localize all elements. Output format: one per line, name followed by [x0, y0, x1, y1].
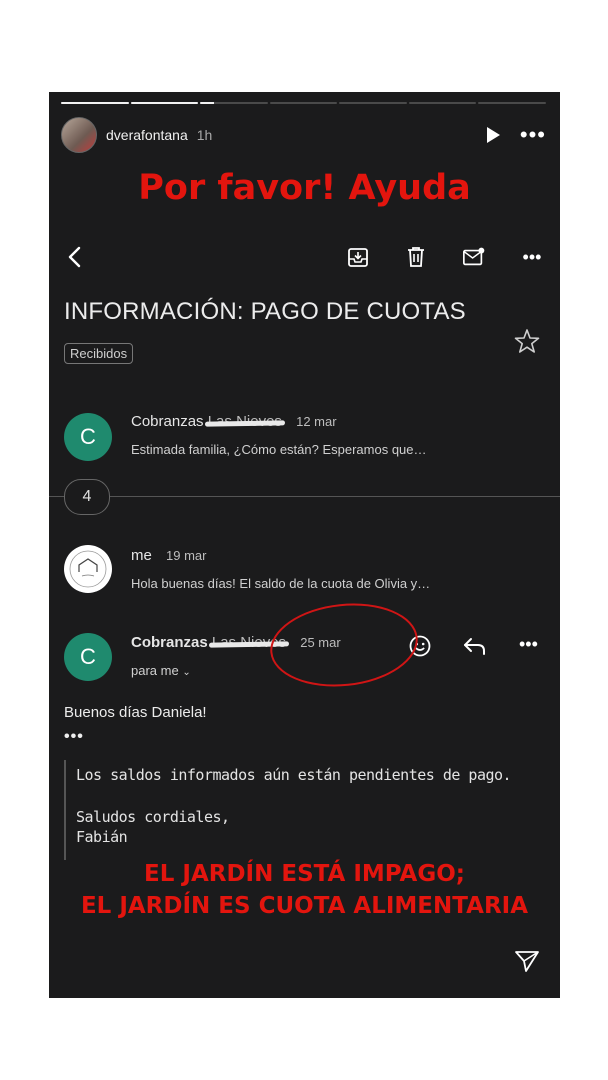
scribbled-sender-text: Las Nieves [207, 413, 282, 430]
post-time: 1h [196, 127, 213, 143]
progress-segment-3 [200, 102, 268, 104]
inbox-label-chip[interactable]: Recibidos [64, 343, 134, 364]
back-arrow-icon[interactable] [63, 245, 87, 269]
quote-line-1: Los saldos informados aún están pendient… [76, 766, 512, 784]
progress-segment-4 [269, 102, 338, 104]
overlay-caption-line-2: EL JARDÍN ES CUOTA ALIMENTARIA [80, 893, 529, 919]
play-icon[interactable] [486, 127, 500, 143]
overlay-caption-line-1: EL JARDÍN ESTÁ IMPAGO; [144, 861, 465, 887]
quote-line-2: Saludos cordiales, [76, 808, 230, 826]
send-icon[interactable] [514, 949, 540, 978]
message-snippet: Hola buenas días! El saldo de la cuota d… [131, 576, 431, 591]
progress-segment-2 [130, 102, 199, 104]
sender-name: me [131, 547, 152, 564]
school-logo-avatar [64, 545, 112, 593]
mark-unread-icon[interactable] [462, 245, 486, 269]
trash-icon[interactable] [404, 245, 428, 269]
sender-avatar: C [64, 633, 112, 681]
progress-fill [130, 102, 199, 104]
story-header: dverafontana 1h ••• [61, 117, 546, 153]
progress-fill [61, 102, 129, 104]
quote-bar [64, 760, 66, 860]
email-greeting: Buenos días Daniela! [64, 704, 207, 721]
sender-line: Cobranzas Las Nieves 12 mar [131, 413, 337, 430]
message-date: 19 mar [166, 548, 207, 563]
message-more-icon[interactable]: ••• [519, 634, 538, 655]
quote-line-3: Fabián [76, 828, 128, 846]
overlay-title: Por favor! Ayuda [138, 168, 471, 208]
message-date: 12 mar [296, 414, 337, 429]
progress-segment-5 [339, 102, 407, 104]
collapsed-divider [49, 496, 560, 497]
email-subject: INFORMACIÓN: PAGO DE CUOTAS [64, 298, 466, 325]
progress-segment-6 [408, 102, 477, 104]
reply-icon[interactable] [462, 636, 488, 661]
collapsed-count-button[interactable]: 4 [64, 479, 110, 515]
email-toolbar: ••• [63, 242, 544, 272]
star-icon[interactable] [514, 328, 540, 359]
archive-icon[interactable] [346, 245, 370, 269]
chevron-down-icon: ⌄ [182, 667, 191, 678]
sender-name: Cobranzas [131, 413, 204, 430]
more-options-icon[interactable]: ••• [520, 245, 544, 269]
show-trimmed-content-button[interactable]: ••• [64, 728, 84, 746]
recipient-dropdown[interactable]: para me ⌄ [131, 663, 191, 678]
progress-segment-1 [61, 102, 129, 104]
recipient-label: para me [131, 663, 179, 678]
progress-fill [200, 102, 214, 104]
story-more-icon[interactable]: ••• [520, 124, 546, 146]
sender-avatar: C [64, 413, 112, 461]
message-snippet: Estimada familia, ¿Cómo están? Esperamos… [131, 442, 427, 457]
message-row-1[interactable]: C Cobranzas Las Nieves 12 mar Estimada f… [64, 412, 545, 462]
message-row-2[interactable]: me 19 mar Hola buenas días! El saldo de … [64, 545, 545, 595]
story-frame: dverafontana 1h ••• Por favor! Ayuda •••… [49, 92, 560, 998]
sender-name: Cobranzas [131, 634, 208, 651]
story-progress [61, 102, 547, 104]
username[interactable]: dverafontana [106, 127, 188, 143]
sender-line: me 19 mar [131, 547, 206, 564]
progress-segment-7 [478, 102, 547, 104]
profile-avatar[interactable] [61, 117, 97, 153]
